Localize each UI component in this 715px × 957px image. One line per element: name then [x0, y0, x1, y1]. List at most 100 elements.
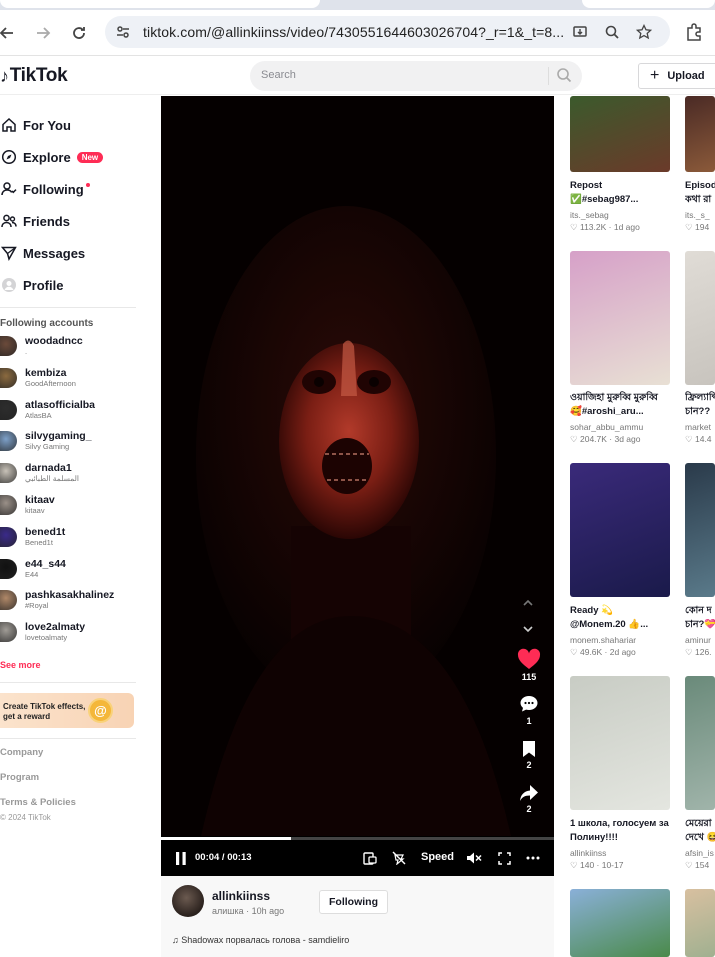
following-account-item[interactable]: silvygaming_ Silvy Gaming — [0, 426, 92, 456]
speed-button[interactable]: Speed — [421, 851, 454, 863]
save-button[interactable]: 2 — [517, 740, 541, 770]
extensions-icon[interactable] — [684, 22, 706, 44]
related-video-thumbnail[interactable] — [685, 96, 715, 172]
author-avatar[interactable] — [172, 885, 204, 917]
music-info[interactable]: ♫ Shadowax порвалась голова - samdieliro — [172, 935, 349, 945]
no-interruptions-icon[interactable] — [391, 850, 407, 866]
video-stats: ♡ 154 — [685, 860, 715, 871]
nav-messages[interactable]: Messages — [0, 240, 85, 266]
reward-coin-icon: @ — [88, 698, 113, 723]
messages-icon — [0, 244, 18, 262]
video-caption-line: চান?💝 — [685, 619, 715, 630]
mute-icon[interactable] — [466, 850, 482, 866]
related-video-thumbnail[interactable] — [685, 251, 715, 385]
following-icon — [0, 180, 18, 198]
install-app-icon[interactable] — [570, 22, 590, 42]
heart-outline-icon: ♡ — [685, 647, 695, 657]
account-avatar — [0, 399, 17, 420]
following-account-item[interactable]: woodadncc. — [0, 331, 83, 361]
nav-label: Following — [23, 181, 84, 197]
share-button[interactable]: 2 — [517, 784, 541, 814]
back-icon[interactable] — [0, 22, 18, 44]
video-author[interactable]: aminur — [685, 635, 715, 645]
account-name: bened1t — [25, 525, 66, 538]
post-info: allinkiinss алишка · 10h ago Following ♫… — [161, 876, 554, 957]
related-video-thumbnail[interactable] — [685, 889, 715, 957]
fullscreen-icon[interactable] — [496, 850, 512, 866]
account-subtitle: المسلمة الطبائبي — [25, 474, 79, 484]
next-video-icon[interactable] — [521, 622, 535, 636]
see-more-link[interactable]: See more — [0, 660, 41, 670]
more-options-icon[interactable] — [525, 850, 541, 866]
create-effects-banner[interactable]: Create TikTok effects, get a reward @ — [0, 693, 134, 728]
search-input[interactable]: Search — [250, 61, 582, 91]
account-avatar — [0, 431, 17, 452]
search-icon[interactable] — [556, 67, 574, 85]
related-video-thumbnail[interactable] — [570, 676, 670, 810]
video-author[interactable]: sohar_abbu_ammu — [570, 422, 675, 432]
related-video-thumbnail[interactable] — [685, 463, 715, 597]
video-player[interactable]: 115 1 2 2 00:04 / 00:13 Speed — [161, 96, 554, 876]
nav-profile[interactable]: Profile — [0, 272, 63, 298]
following-account-item[interactable]: bened1t Bened1t — [0, 522, 65, 552]
url-text[interactable]: tiktok.com/@allinkiinss/video/7430551644… — [143, 24, 564, 40]
previous-video-icon[interactable] — [521, 596, 535, 610]
browser-tab[interactable] — [0, 0, 320, 8]
video-caption-line: দেখে 😆 — [685, 832, 715, 843]
video-frame[interactable] — [161, 96, 554, 836]
footer-link-terms[interactable]: Terms & Policies — [0, 797, 76, 808]
site-settings-icon[interactable] — [113, 22, 133, 42]
video-caption-line: কথা রা — [685, 194, 712, 205]
following-account-item[interactable]: atlasofficialba AtlasBA — [0, 395, 95, 425]
following-account-item[interactable]: e44_s44 E44 — [0, 554, 66, 584]
zoom-icon[interactable] — [602, 22, 622, 42]
video-author[interactable]: market — [685, 422, 715, 432]
following-account-item[interactable]: darnada1 المسلمة الطبائبي — [0, 458, 79, 488]
footer-link-program[interactable]: Program — [0, 772, 39, 783]
account-subtitle: Silvy Gaming — [25, 442, 70, 452]
heart-outline-icon: ♡ — [685, 860, 695, 870]
video-stats-text: 49.6K · 2d ago — [579, 647, 636, 657]
address-bar[interactable]: tiktok.com/@allinkiinss/video/7430551644… — [105, 16, 670, 48]
following-account-item[interactable]: kembiza GoodAfternoon — [0, 363, 76, 393]
forward-icon[interactable] — [32, 22, 54, 44]
account-text: love2almaty lovetoalmaty — [25, 621, 85, 643]
footer-link-company[interactable]: Company — [0, 747, 43, 758]
related-video-thumbnail[interactable] — [570, 251, 670, 385]
related-video-thumbnail[interactable] — [570, 96, 670, 172]
video-stats-text: 154 — [694, 860, 710, 870]
nav-for-you[interactable]: For You — [0, 112, 71, 138]
heart-outline-icon: ♡ — [685, 222, 695, 232]
nav-friends[interactable]: Friends — [0, 208, 70, 234]
following-account-item[interactable]: love2almaty lovetoalmaty — [0, 617, 85, 647]
related-video-thumbnail[interactable] — [570, 463, 670, 597]
account-name: kitaav — [25, 494, 55, 506]
comment-icon — [520, 696, 538, 712]
pause-icon[interactable] — [173, 850, 189, 866]
nav-following[interactable]: Following — [0, 176, 90, 202]
reload-icon[interactable] — [68, 22, 90, 44]
captions-icon[interactable] — [362, 850, 378, 866]
sidebar-divider — [0, 307, 136, 308]
upload-button[interactable]: + Upload — [638, 63, 715, 89]
video-author[interactable]: afsin_is — [685, 848, 715, 858]
like-button[interactable]: 115 — [517, 648, 541, 682]
video-author[interactable]: monem.shahariar — [570, 635, 675, 645]
account-subtitle: GoodAfternoon — [25, 378, 76, 388]
nav-explore[interactable]: Explore New — [0, 144, 104, 170]
following-button[interactable]: Following — [319, 890, 388, 914]
related-video-thumbnail[interactable] — [685, 676, 715, 810]
browser-tab[interactable] — [582, 0, 715, 8]
author-username[interactable]: allinkiinss — [212, 889, 270, 903]
video-author[interactable]: its._sebag — [570, 210, 675, 220]
nav-label: Profile — [23, 277, 64, 293]
video-author[interactable]: its._s_ — [685, 210, 715, 220]
tiktok-logo[interactable]: ♪ TikTok — [0, 65, 68, 87]
bookmark-star-icon[interactable] — [634, 22, 654, 42]
video-author[interactable]: allinkiinss — [570, 848, 675, 858]
related-video-thumbnail[interactable] — [570, 889, 670, 957]
following-account-item[interactable]: kitaav kitaav — [0, 490, 55, 520]
comment-button[interactable]: 1 — [517, 694, 541, 726]
following-account-item[interactable]: pashkasakhalinez #Royal — [0, 585, 114, 615]
bookmark-icon — [523, 741, 535, 757]
